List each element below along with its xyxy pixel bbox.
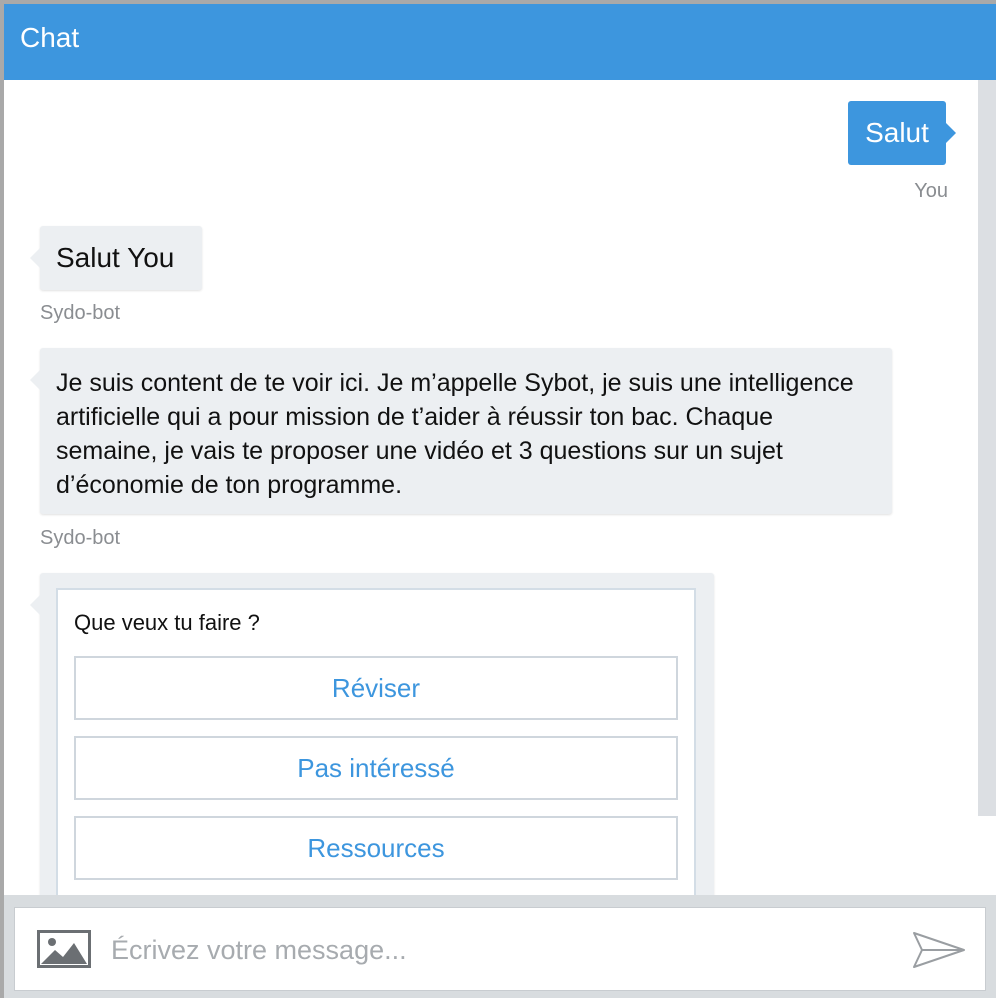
message-sender-label: Sydo-bot xyxy=(40,527,121,549)
composer-bar xyxy=(4,895,996,998)
bot-message-bubble: Je suis content de te voir ici. Je m’app… xyxy=(30,348,892,514)
message-sender-label: Sydo-bot xyxy=(40,302,121,324)
chat-title: Chat xyxy=(20,22,80,53)
bot-message-bubble: Salut You xyxy=(30,226,202,290)
image-icon[interactable] xyxy=(37,930,91,968)
chat-window: Chat Salut You Salut You Sydo-bot Je sui… xyxy=(0,0,996,998)
quick-reply-pas-interesse-button[interactable]: Pas intéressé xyxy=(74,736,678,800)
message-input[interactable] xyxy=(111,924,891,976)
bot-quick-reply-bubble: Que veux tu faire ? Réviser Pas intéress… xyxy=(30,573,714,895)
message-list-scrollbar[interactable] xyxy=(978,80,996,816)
quick-reply-reviser-button[interactable]: Réviser xyxy=(74,656,678,720)
message-composer xyxy=(14,907,986,991)
quick-reply-ressources-button[interactable]: Ressources xyxy=(74,816,678,880)
chat-header: Chat xyxy=(4,4,996,80)
message-list: Salut You Salut You Sydo-bot Je suis con… xyxy=(4,80,978,895)
send-icon[interactable] xyxy=(911,928,967,972)
quick-reply-card: Que veux tu faire ? Réviser Pas intéress… xyxy=(56,588,696,895)
message-sender-label: You xyxy=(914,180,948,202)
quick-reply-question: Que veux tu faire ? xyxy=(74,610,260,635)
user-message-bubble: Salut xyxy=(848,101,956,165)
